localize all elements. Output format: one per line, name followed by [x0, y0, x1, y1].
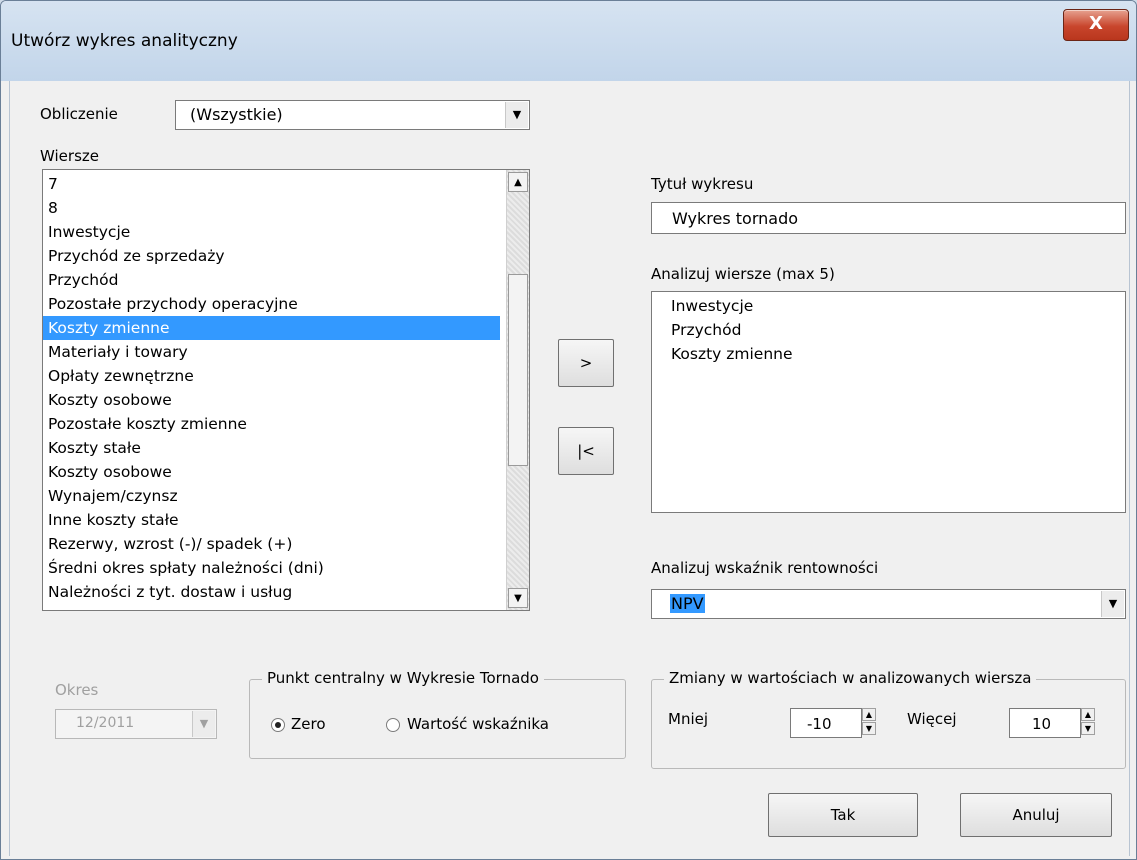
close-button[interactable]: X: [1063, 9, 1129, 41]
calc-dropdown[interactable]: (Wszystkie) ▼: [175, 100, 530, 130]
list-item[interactable]: Przychód: [43, 268, 500, 292]
less-label: Mniej: [668, 710, 709, 728]
dialog-body: Obliczenie (Wszystkie) ▼ Wiersze 7 8 Inwes…: [9, 81, 1130, 856]
chart-title-label: Tytuł wykresu: [651, 175, 754, 193]
list-item[interactable]: Koszty stałe: [43, 436, 500, 460]
list-item[interactable]: Koszty zmienne: [666, 342, 793, 366]
more-spin-down-icon[interactable]: ▼: [1081, 722, 1095, 735]
chevron-down-icon[interactable]: ▼: [1101, 591, 1124, 617]
list-item[interactable]: Wynajem/czynsz: [43, 484, 500, 508]
list-item[interactable]: Przychód: [666, 318, 741, 342]
chart-title-input[interactable]: Wykres tornado: [651, 202, 1126, 234]
radio-zero-label: Zero: [291, 715, 326, 733]
list-item[interactable]: 7: [43, 172, 500, 196]
list-item[interactable]: Pozostałe przychody operacyjne: [43, 292, 500, 316]
more-label: Więcej: [907, 710, 957, 728]
list-item[interactable]: Rezerwy, wzrost (-)/ spadek (+): [43, 532, 500, 556]
calc-value: (Wszystkie): [190, 105, 283, 124]
list-item[interactable]: Przychód ze sprzedaży: [43, 244, 500, 268]
less-spin-down-icon[interactable]: ▼: [862, 722, 876, 735]
radio-zero[interactable]: [271, 718, 285, 732]
radio-indicator-label: Wartość wskaźnika: [407, 715, 549, 733]
list-item[interactable]: Inwestycje: [43, 220, 500, 244]
list-item[interactable]: Inwestycje: [666, 294, 753, 318]
add-row-button[interactable]: >: [558, 339, 614, 387]
list-item[interactable]: Średni okres spłaty należności (dni): [43, 556, 500, 580]
less-value: -10: [807, 715, 832, 733]
list-item[interactable]: Należności z tyt. dostaw i usług: [43, 580, 500, 604]
title-bar: Utwórz wykres analityczny X: [1, 1, 1136, 81]
chevron-down-icon: ▼: [192, 711, 215, 737]
indicator-value: NPV: [670, 594, 705, 613]
indicator-dropdown[interactable]: NPV ▼: [651, 589, 1126, 619]
changes-group: Zmiany w wartościach w analizowanych wie…: [651, 669, 1126, 769]
less-input[interactable]: -10: [790, 708, 862, 738]
center-point-legend: Punkt centralny w Wykresie Tornado: [262, 669, 544, 687]
list-item[interactable]: Koszty osobowe: [43, 388, 500, 412]
ok-button[interactable]: Tak: [768, 793, 918, 837]
scroll-up-icon[interactable]: ▲: [508, 172, 528, 192]
chart-title-value: Wykres tornado: [672, 209, 799, 228]
center-point-group: Punkt centralny w Wykresie Tornado Zero …: [249, 669, 626, 759]
list-item[interactable]: Opłaty zewnętrzne: [43, 364, 500, 388]
list-item[interactable]: Pozostałe koszty zmienne: [43, 412, 500, 436]
list-item[interactable]: Koszty zmienne: [43, 316, 500, 340]
period-label: Okres: [55, 681, 99, 699]
indicator-label: Analizuj wskaźnik rentowności: [651, 559, 879, 577]
more-input[interactable]: 10: [1009, 708, 1081, 738]
dialog-window: Utwórz wykres analityczny X Obliczenie (…: [0, 0, 1137, 860]
list-item[interactable]: 8: [43, 196, 500, 220]
radio-indicator[interactable]: [386, 718, 400, 732]
list-item[interactable]: Koszty osobowe: [43, 460, 500, 484]
window-title: Utwórz wykres analityczny: [11, 31, 238, 51]
less-spin-up-icon[interactable]: ▲: [862, 708, 876, 721]
calc-label: Obliczenie: [40, 105, 118, 123]
list-item[interactable]: Materiały i towary: [43, 340, 500, 364]
list-item[interactable]: Inne koszty stałe: [43, 508, 500, 532]
chevron-down-icon[interactable]: ▼: [505, 102, 528, 128]
cancel-button[interactable]: Anuluj: [960, 793, 1112, 837]
analyze-rows-listbox[interactable]: Inwestycje Przychód Koszty zmienne: [651, 291, 1126, 513]
remove-row-button[interactable]: |<: [558, 427, 614, 475]
rows-listbox[interactable]: 7 8 Inwestycje Przychód ze sprzedaży Przychó…: [42, 169, 530, 611]
rows-label: Wiersze: [40, 147, 99, 165]
period-dropdown: 12/2011 ▼: [55, 709, 217, 739]
rows-scrollbar[interactable]: ▲ ▼: [506, 170, 529, 610]
scroll-down-icon[interactable]: ▼: [508, 588, 528, 608]
scroll-thumb[interactable]: [508, 274, 528, 466]
close-icon: X: [1089, 13, 1103, 34]
changes-legend: Zmiany w wartościach w analizowanych wie…: [664, 669, 1037, 687]
analyze-rows-label: Analizuj wiersze (max 5): [651, 265, 835, 283]
more-spin-up-icon[interactable]: ▲: [1081, 708, 1095, 721]
more-value: 10: [1032, 715, 1052, 733]
period-value: 12/2011: [76, 715, 135, 731]
radio-selected-dot: [275, 722, 281, 728]
